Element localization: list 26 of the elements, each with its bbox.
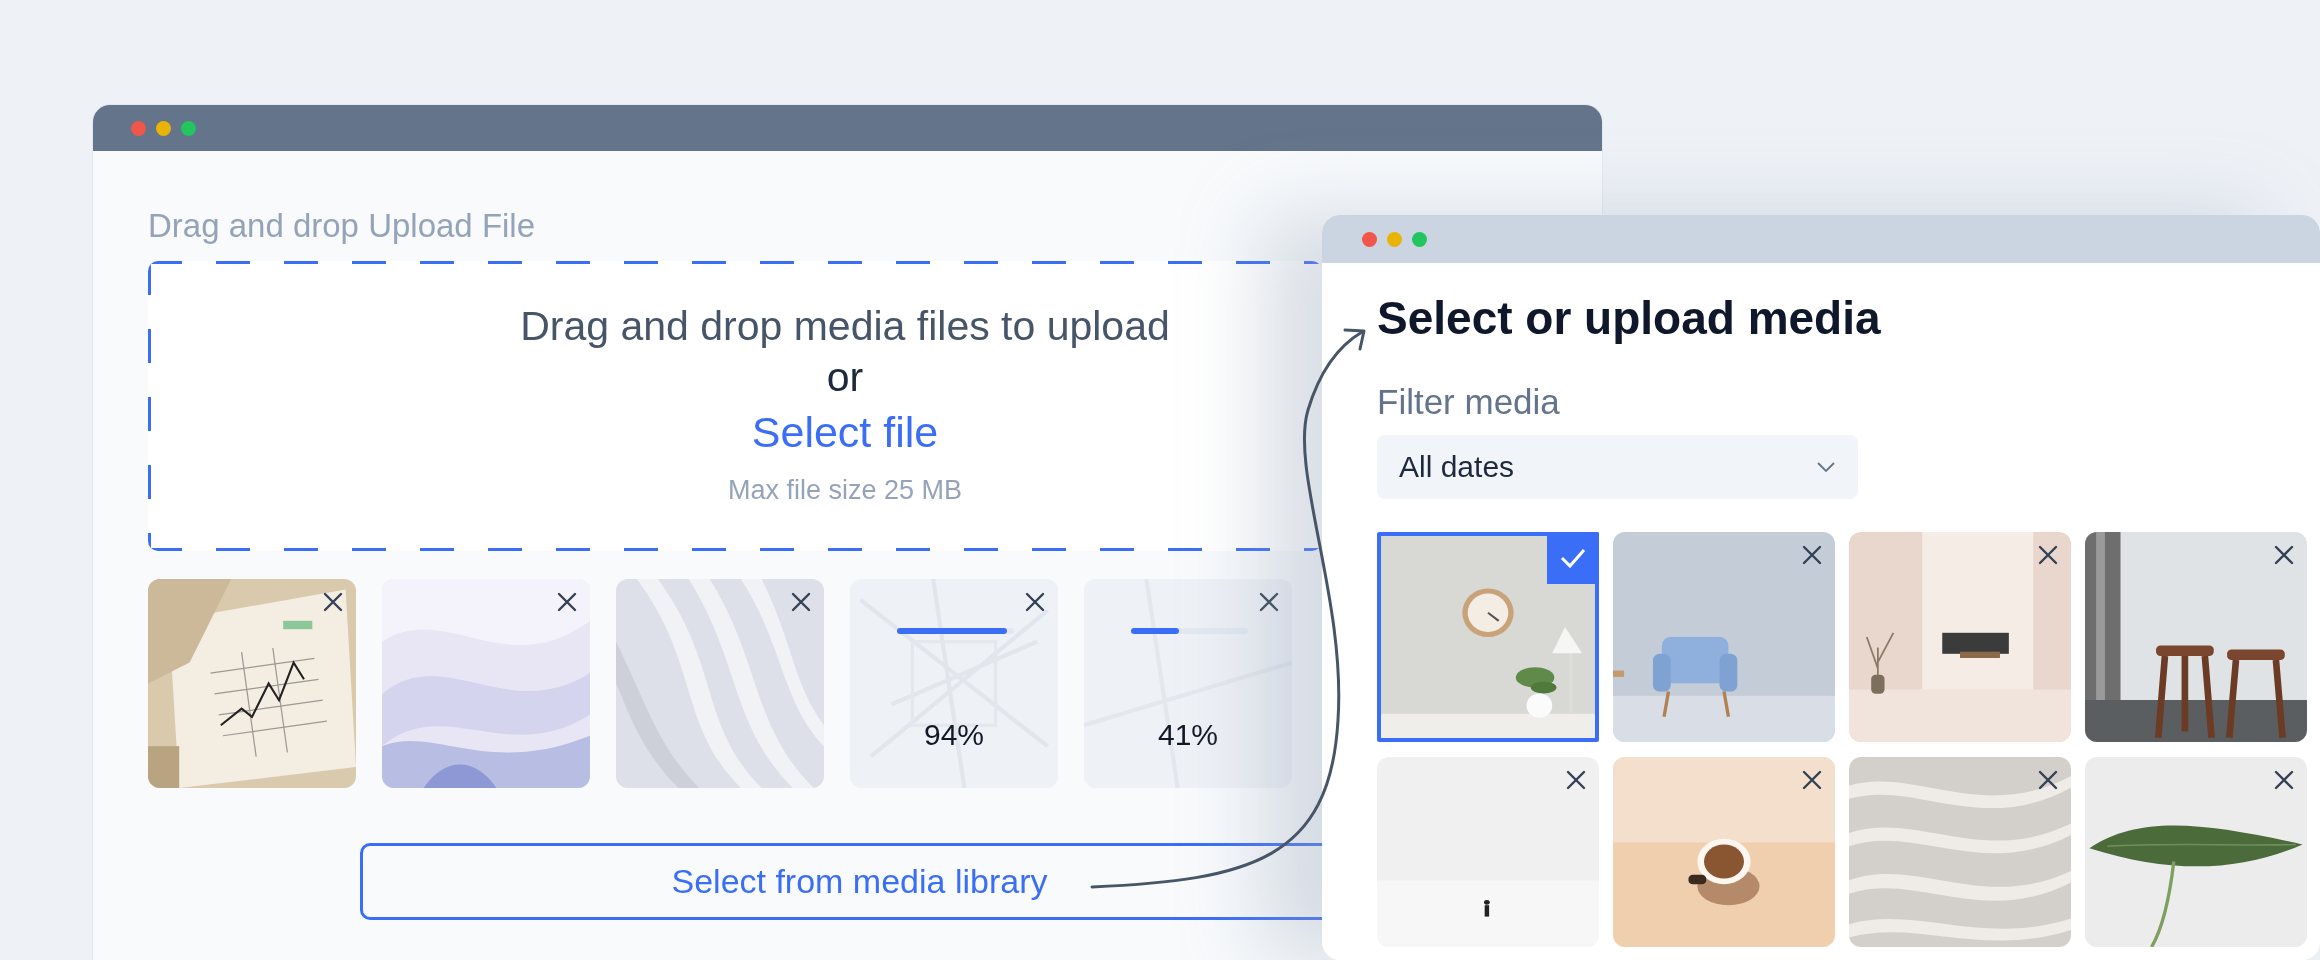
drop-prompt: Drag and drop media files to upload <box>520 301 1170 351</box>
close-icon[interactable] <box>2037 768 2059 791</box>
close-icon[interactable] <box>1024 590 1046 613</box>
close-icon[interactable] <box>556 590 578 613</box>
close-icon[interactable] <box>1258 590 1280 613</box>
chevron-down-icon <box>1816 460 1836 473</box>
close-icon[interactable] <box>1801 543 1823 566</box>
close-icon[interactable] <box>1801 768 1823 791</box>
filter-label: Filter media <box>1377 381 1561 424</box>
file-size-hint: Max file size 25 MB <box>727 473 963 507</box>
date-filter-dropdown[interactable]: All dates <box>1377 434 1858 499</box>
separator-text: or <box>826 353 864 403</box>
close-icon[interactable] <box>1565 768 1587 791</box>
drop-zone[interactable]: Drag and drop media files to upload or Select file Max file size 25 MB <box>148 260 1322 551</box>
progress-percent: 94% <box>922 716 985 753</box>
close-icon[interactable] <box>322 590 344 613</box>
check-icon <box>1547 531 1599 584</box>
dialog-title: Select or upload media <box>1377 291 1882 346</box>
media-library-button[interactable]: Select from media library <box>360 842 1322 920</box>
progress-percent: 41% <box>1156 716 1219 753</box>
close-icon[interactable] <box>790 590 812 613</box>
close-icon[interactable] <box>2037 543 2059 566</box>
close-icon[interactable] <box>2273 768 2295 791</box>
section-heading: Drag and drop Upload File <box>148 206 536 246</box>
close-icon[interactable] <box>2273 543 2295 566</box>
select-file-link[interactable]: Select file <box>751 403 939 462</box>
